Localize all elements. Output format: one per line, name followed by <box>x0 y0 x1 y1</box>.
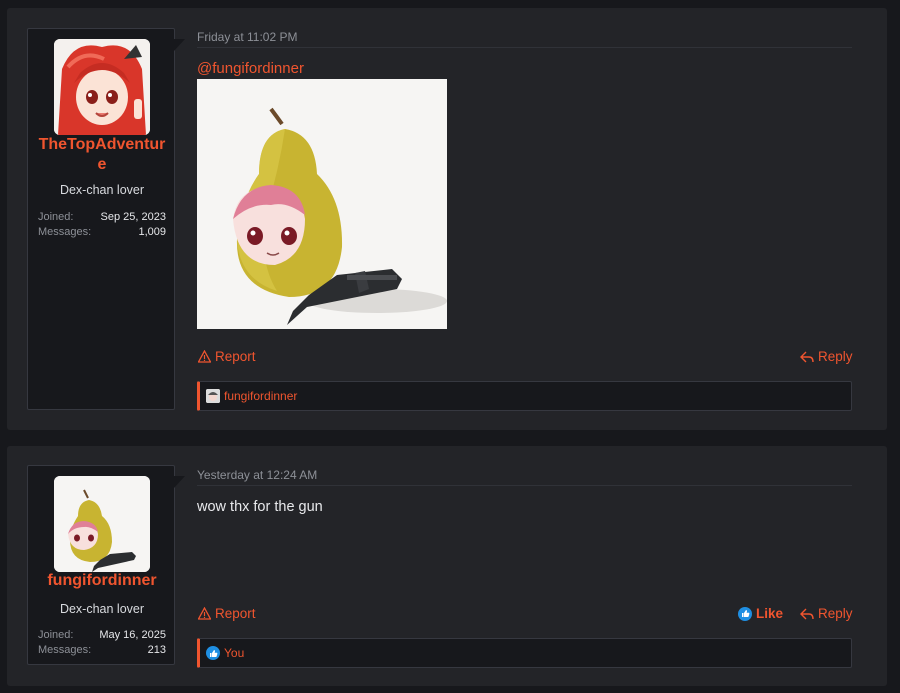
joined-label: Joined: <box>38 211 74 223</box>
messages-label: Messages: <box>38 226 92 238</box>
user-info-panel: TheTopAdventure Dex-chan lover Joined: S… <box>27 28 185 410</box>
username[interactable]: TheTopAdventure <box>28 135 176 175</box>
warning-icon <box>198 607 211 620</box>
report-label[interactable]: Report <box>215 349 256 364</box>
messages-label: Messages: <box>38 644 92 656</box>
mention-link[interactable]: @fungifordinner <box>197 60 852 77</box>
like-label[interactable]: Like <box>756 606 783 621</box>
post-1: TheTopAdventure Dex-chan lover Joined: S… <box>7 8 887 430</box>
user-title: Dex-chan lover <box>59 602 145 616</box>
user-avatar[interactable] <box>54 476 150 572</box>
divider <box>197 47 852 48</box>
like-button[interactable]: Like <box>738 606 783 621</box>
username[interactable]: fungifordinner <box>28 571 176 591</box>
liker-name[interactable]: fungifordinner <box>224 389 297 403</box>
post-date[interactable]: Yesterday at 12:24 AM <box>197 466 852 484</box>
reply-button[interactable]: Reply <box>800 349 853 364</box>
post-2: fungifordinner Dex-chan lover Joined: Ma… <box>7 446 887 686</box>
joined-value: May 16, 2025 <box>99 629 166 641</box>
warning-icon <box>198 350 211 363</box>
message-text: wow thx for the gun <box>197 499 323 515</box>
reply-label[interactable]: Reply <box>818 349 853 364</box>
messages-value[interactable]: 213 <box>148 644 166 656</box>
joined-label: Joined: <box>38 629 74 641</box>
liker-name[interactable]: You <box>224 646 244 660</box>
joined-value: Sep 25, 2023 <box>100 211 166 223</box>
user-info-panel: fungifordinner Dex-chan lover Joined: Ma… <box>27 465 185 665</box>
likes-bar: fungifordinner <box>197 381 852 411</box>
report-button[interactable]: Report <box>198 349 256 364</box>
likes-bar: You <box>197 638 852 668</box>
thumbs-up-icon <box>206 646 220 660</box>
thumbs-up-icon <box>738 606 752 621</box>
report-button[interactable]: Report <box>198 606 256 621</box>
reply-label[interactable]: Reply <box>818 606 853 621</box>
post-date[interactable]: Friday at 11:02 PM <box>197 28 852 46</box>
user-avatar[interactable] <box>54 39 150 135</box>
attached-image-pear-with-gun[interactable] <box>197 79 447 329</box>
reply-icon <box>800 608 814 619</box>
liker-avatar[interactable] <box>206 389 220 403</box>
user-title: Dex-chan lover <box>59 183 145 197</box>
reply-button[interactable]: Reply <box>800 606 853 621</box>
reply-icon <box>800 351 814 362</box>
report-label[interactable]: Report <box>215 606 256 621</box>
messages-value[interactable]: 1,009 <box>138 226 166 238</box>
divider <box>197 485 852 486</box>
